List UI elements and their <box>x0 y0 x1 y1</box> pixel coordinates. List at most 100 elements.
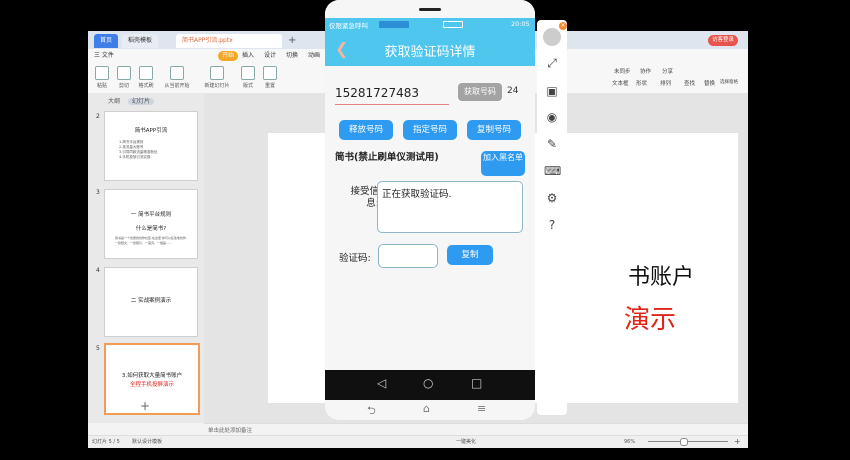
record-icon[interactable]: ◉ <box>544 110 560 124</box>
fullscreen-icon[interactable]: ⤢ <box>544 56 560 71</box>
slide-thumbnail-4[interactable]: 二 实战案例演示 <box>104 267 198 337</box>
remaining-count: 24 <box>507 86 519 96</box>
menu-insert[interactable]: 插入 <box>242 51 254 61</box>
menu-transition[interactable]: 切换 <box>286 51 298 61</box>
close-icon[interactable]: × <box>559 22 567 30</box>
sync-status[interactable]: 未同步 <box>614 67 631 75</box>
thumb-line: 4.手机投放引流实操 <box>119 155 151 159</box>
screenshot-icon[interactable]: ▣ <box>544 84 560 98</box>
tab-document[interactable]: 简书APP引流.pptx <box>176 34 282 48</box>
return-icon[interactable]: ⮌ <box>367 402 376 420</box>
avatar[interactable] <box>543 28 561 46</box>
mirror-toolbar: × ⤢ ▣ ◉ ✎ ⌨ ⚙ ? <box>537 20 567 415</box>
release-number-button[interactable]: 释放号码 <box>339 120 393 140</box>
beautify-button[interactable]: 一键美化 <box>456 438 476 446</box>
selection-pane-button[interactable]: 选择窗格 <box>720 79 738 85</box>
play-icon <box>170 66 184 80</box>
zoom-slider[interactable] <box>648 441 728 442</box>
add-blacklist-button[interactable]: 加入黑名单 <box>481 151 525 176</box>
menu-file[interactable]: 三 文件 <box>94 51 114 61</box>
reset-label: 重置 <box>264 83 275 89</box>
login-button[interactable]: 访客登录 <box>708 35 739 46</box>
copy-code-button[interactable]: 复制 <box>447 245 493 265</box>
sms-detail-content: 15281727483 获取号码 24 释放号码 指定号码 复制号码 简书(禁止… <box>325 66 535 370</box>
paste-label: 粘贴 <box>96 83 107 89</box>
shape-button[interactable]: 形状 <box>636 79 647 87</box>
phone-status-bar: 仅限紧急呼叫 20:05 <box>325 18 535 32</box>
arrange-button[interactable]: 排列 <box>660 79 671 87</box>
carrier-status: 仅限紧急呼叫 <box>329 22 368 30</box>
clock: 20:05 <box>511 20 530 28</box>
zoom-level[interactable]: 96% <box>624 438 635 446</box>
slide-thumbnail-2[interactable]: 简书APP引流 1.简书平台规则 2.找流量大账号 3.引导同款流量精准粉丝 4… <box>104 111 198 181</box>
play-from-current-button[interactable]: 从当前开始 <box>160 66 194 89</box>
project-name: 简书(禁止刷单仪测试用) <box>335 152 439 163</box>
share-button[interactable]: 分享 <box>662 67 673 75</box>
tab-template-store[interactable]: 稻壳模板 <box>122 34 159 48</box>
scissors-icon <box>117 66 131 80</box>
slide-number: 5 <box>96 345 100 352</box>
home-icon[interactable]: ⌂ <box>423 402 430 415</box>
format-painter-label: 格式刷 <box>138 83 154 89</box>
settings-gear-icon[interactable]: ⚙ <box>544 191 560 205</box>
help-icon[interactable]: ? <box>544 218 560 232</box>
layout-button[interactable]: 版式 <box>238 66 258 89</box>
android-nav-bar: ◁ ○ □ <box>325 370 535 400</box>
slide-thumbnail-3[interactable]: 一 简书平台规则 什么是简书? 简书是一个优质的创作社区,在这里,你可以任性地创… <box>104 189 198 259</box>
slide-red-text: 演示 <box>624 305 677 335</box>
tab-slides[interactable]: 幻灯片 <box>127 98 154 105</box>
slide-panel: 大纲 幻灯片 2 简书APP引流 1.简书平台规则 2.找流量大账号 3.引导同… <box>88 93 204 423</box>
slide-number: 4 <box>96 267 100 274</box>
app-title-bar: ❮ 获取验证码详情 <box>325 32 535 66</box>
phone-speaker <box>419 8 441 11</box>
phone-bezel-top <box>325 0 535 18</box>
thumb-title: 简书APP引流 <box>134 128 168 134</box>
recents-square-icon[interactable]: □ <box>471 376 482 390</box>
reset-button[interactable]: 重置 <box>260 66 280 89</box>
layout-label: 版式 <box>242 83 253 89</box>
slide-counter: 幻灯片 5 / 5 <box>92 439 120 445</box>
phone-number-field[interactable]: 15281727483 <box>335 86 449 105</box>
thumb-subtitle: 什么是简书? <box>135 226 167 232</box>
brush-icon <box>139 66 153 80</box>
copy-number-button[interactable]: 复制号码 <box>467 120 521 140</box>
menu-icon[interactable]: ≡ <box>477 402 486 415</box>
battery-icon <box>443 21 463 28</box>
menu-start[interactable]: 开始 <box>218 51 239 61</box>
slide-number: 3 <box>96 189 100 196</box>
zoom-in-icon[interactable]: + <box>734 438 741 446</box>
received-message-box[interactable]: 正在获取验证码. <box>377 181 523 233</box>
new-slide-button[interactable]: 新建幻灯片 <box>200 66 234 89</box>
add-slide-icon[interactable]: + <box>140 399 150 413</box>
tab-home[interactable]: 首页 <box>94 34 119 48</box>
menu-design[interactable]: 设计 <box>264 51 276 61</box>
layout-icon <box>241 66 255 80</box>
tab-outline[interactable]: 大纲 <box>108 98 120 105</box>
collab-button[interactable]: 协作 <box>640 67 651 75</box>
verification-code-label: 验证码: <box>339 253 371 264</box>
menu-animation[interactable]: 动画 <box>308 51 320 61</box>
zoom-slider-handle[interactable] <box>680 438 688 446</box>
get-number-button[interactable]: 获取号码 <box>458 83 502 101</box>
replace-button[interactable]: 替换 <box>704 79 715 87</box>
textbox-button[interactable]: 文本框 <box>612 79 629 87</box>
cut-button[interactable]: 剪切 <box>114 66 134 89</box>
pen-icon[interactable]: ✎ <box>544 137 560 151</box>
paste-button[interactable]: 粘贴 <box>92 66 112 89</box>
slide-thumbnail-5[interactable]: 3.如何获取大量简书账户 全程手机投屏演示 <box>104 343 200 415</box>
find-button[interactable]: 查找 <box>684 79 695 87</box>
assign-number-button[interactable]: 指定号码 <box>403 120 457 140</box>
thumb-lines: 1.简书平台规则 2.找流量大账号 3.引导同款流量精准粉丝 4.手机投放引流实… <box>119 140 157 160</box>
keyboard-icon[interactable]: ⌨ <box>544 164 561 178</box>
phone-mirror: 仅限紧急呼叫 20:05 ❮ 获取验证码详情 15281727483 获取号码 … <box>325 0 535 420</box>
verification-code-input[interactable] <box>378 244 438 268</box>
notes-placeholder: 单击此处添加备注 <box>208 428 253 434</box>
status-bar: 幻灯片 5 / 5 默认设计模板 一键美化 96% + <box>88 435 748 448</box>
format-painter-button[interactable]: 格式刷 <box>136 66 156 89</box>
thumb-red-text: 全程手机投屏演示 <box>129 382 174 388</box>
received-message-label: 接受信息: <box>350 186 379 209</box>
new-tab-plus-icon[interactable]: + <box>288 34 296 48</box>
home-circle-icon[interactable]: ○ <box>423 376 433 390</box>
slide-heading-text: 书账户 <box>628 265 695 290</box>
back-triangle-icon[interactable]: ◁ <box>377 376 386 390</box>
